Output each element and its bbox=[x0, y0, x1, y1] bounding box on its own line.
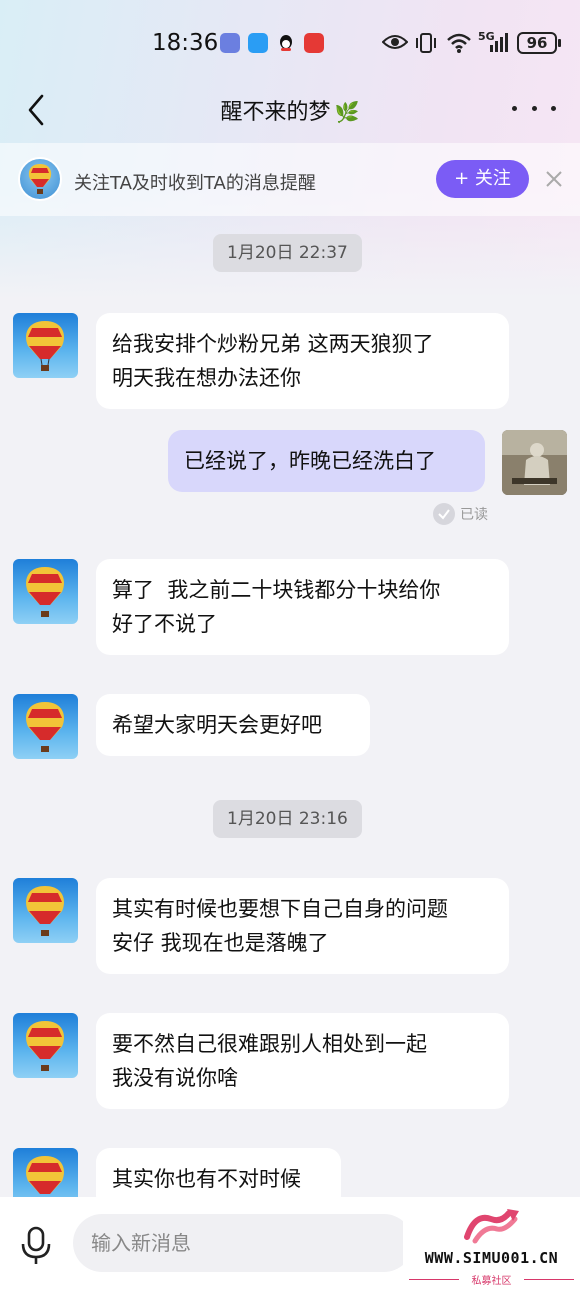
contact-avatar[interactable] bbox=[13, 313, 78, 378]
message-bubble[interactable]: 要不然自己很难跟别人相处到一起 我没有说你啥 bbox=[96, 1013, 509, 1109]
message-bubble[interactable]: 希望大家明天会更好吧 bbox=[96, 694, 370, 756]
hot-air-balloon-icon bbox=[26, 702, 64, 752]
read-receipt: 已读 bbox=[433, 503, 488, 525]
eye-icon bbox=[381, 32, 409, 56]
contact-avatar[interactable] bbox=[13, 559, 78, 624]
chat-title: 醒不来的梦 🌿 bbox=[0, 94, 580, 126]
timestamp: 1月20日 22:37 bbox=[213, 234, 362, 272]
message-bubble[interactable]: 其实有时候也要想下自己自身的问题 安仔 我现在也是落魄了 bbox=[96, 878, 509, 974]
my-message-bubble[interactable]: 已经说了，昨晚已经洗白了 bbox=[168, 430, 485, 492]
message-input[interactable] bbox=[73, 1214, 413, 1272]
message-line: 算了 我之前二十块钱都分十块给你 bbox=[112, 578, 441, 602]
app-icon-red bbox=[304, 33, 324, 53]
watermark-url: WWW.SIMU001.CN bbox=[424, 1249, 559, 1267]
dot-icon bbox=[512, 105, 517, 111]
hot-air-balloon-icon bbox=[26, 886, 64, 936]
message-line: 其实你也有不对时候 bbox=[112, 1167, 301, 1191]
watermark: WWW.SIMU001.CN 私募社区 bbox=[403, 1203, 580, 1289]
voice-input-button[interactable] bbox=[16, 1224, 56, 1268]
message-line: 希望大家明天会更好吧 bbox=[112, 713, 322, 737]
follow-banner: 关注TA及时收到TA的消息提醒 + 关注 bbox=[0, 143, 580, 216]
my-avatar[interactable] bbox=[502, 430, 567, 495]
message-bubble[interactable]: 给我安排个炒粉兄弟 这两天狼狈了 明天我在想办法还你 bbox=[96, 313, 509, 409]
contact-name: 醒不来的梦 bbox=[220, 100, 331, 125]
contact-avatar[interactable] bbox=[13, 878, 78, 943]
more-options-button[interactable] bbox=[512, 96, 556, 120]
vibrate-icon bbox=[414, 32, 438, 58]
message-line: 明天我在想办法还你 bbox=[112, 366, 301, 390]
message-line: 好了不说了 bbox=[112, 612, 217, 636]
message-line: 已经说了，昨晚已经洗白了 bbox=[184, 449, 436, 473]
contact-avatar[interactable] bbox=[13, 694, 78, 759]
read-label: 已读 bbox=[460, 507, 488, 523]
leaf-emoji: 🌿 bbox=[334, 100, 360, 124]
contact-avatar[interactable] bbox=[13, 1013, 78, 1078]
check-icon bbox=[433, 503, 455, 525]
hot-air-balloon-icon bbox=[28, 164, 52, 194]
message-bubble[interactable]: 算了 我之前二十块钱都分十块给你 好了不说了 bbox=[96, 559, 509, 655]
status-time: 18:36 bbox=[152, 30, 219, 56]
qq-icon bbox=[276, 33, 296, 53]
close-banner-button[interactable] bbox=[542, 167, 566, 191]
timestamp: 1月20日 23:16 bbox=[213, 800, 362, 838]
message-line: 给我安排个炒粉兄弟 这两天狼狈了 bbox=[112, 332, 434, 356]
close-icon bbox=[546, 171, 562, 187]
hot-air-balloon-icon bbox=[26, 1021, 64, 1071]
dot-icon bbox=[551, 105, 556, 111]
notification-app-icon bbox=[220, 33, 240, 53]
message-line: 其实有时候也要想下自己自身的问题 bbox=[112, 897, 448, 921]
microphone-icon bbox=[21, 1226, 51, 1264]
divider bbox=[524, 1279, 574, 1280]
dot-icon bbox=[531, 105, 537, 111]
hot-air-balloon-icon bbox=[26, 321, 64, 371]
battery-indicator: 96 bbox=[517, 32, 561, 54]
contact-avatar[interactable] bbox=[18, 157, 62, 201]
status-bar: 18:36 5G 96 bbox=[0, 0, 580, 80]
chat-header: 醒不来的梦 🌿 bbox=[0, 80, 580, 140]
message-line: 安仔 我现在也是落魄了 bbox=[112, 931, 329, 955]
wifi-icon bbox=[446, 32, 472, 58]
follow-button[interactable]: + 关注 bbox=[436, 160, 529, 198]
user-photo bbox=[502, 430, 567, 495]
follow-prompt-text: 关注TA及时收到TA的消息提醒 bbox=[74, 173, 316, 194]
message-line: 我没有说你啥 bbox=[112, 1066, 238, 1090]
watermark-logo bbox=[464, 1209, 519, 1244]
message-app-icon bbox=[248, 33, 268, 53]
hot-air-balloon-icon bbox=[26, 567, 64, 617]
message-line: 要不然自己很难跟别人相处到一起 bbox=[112, 1032, 427, 1056]
